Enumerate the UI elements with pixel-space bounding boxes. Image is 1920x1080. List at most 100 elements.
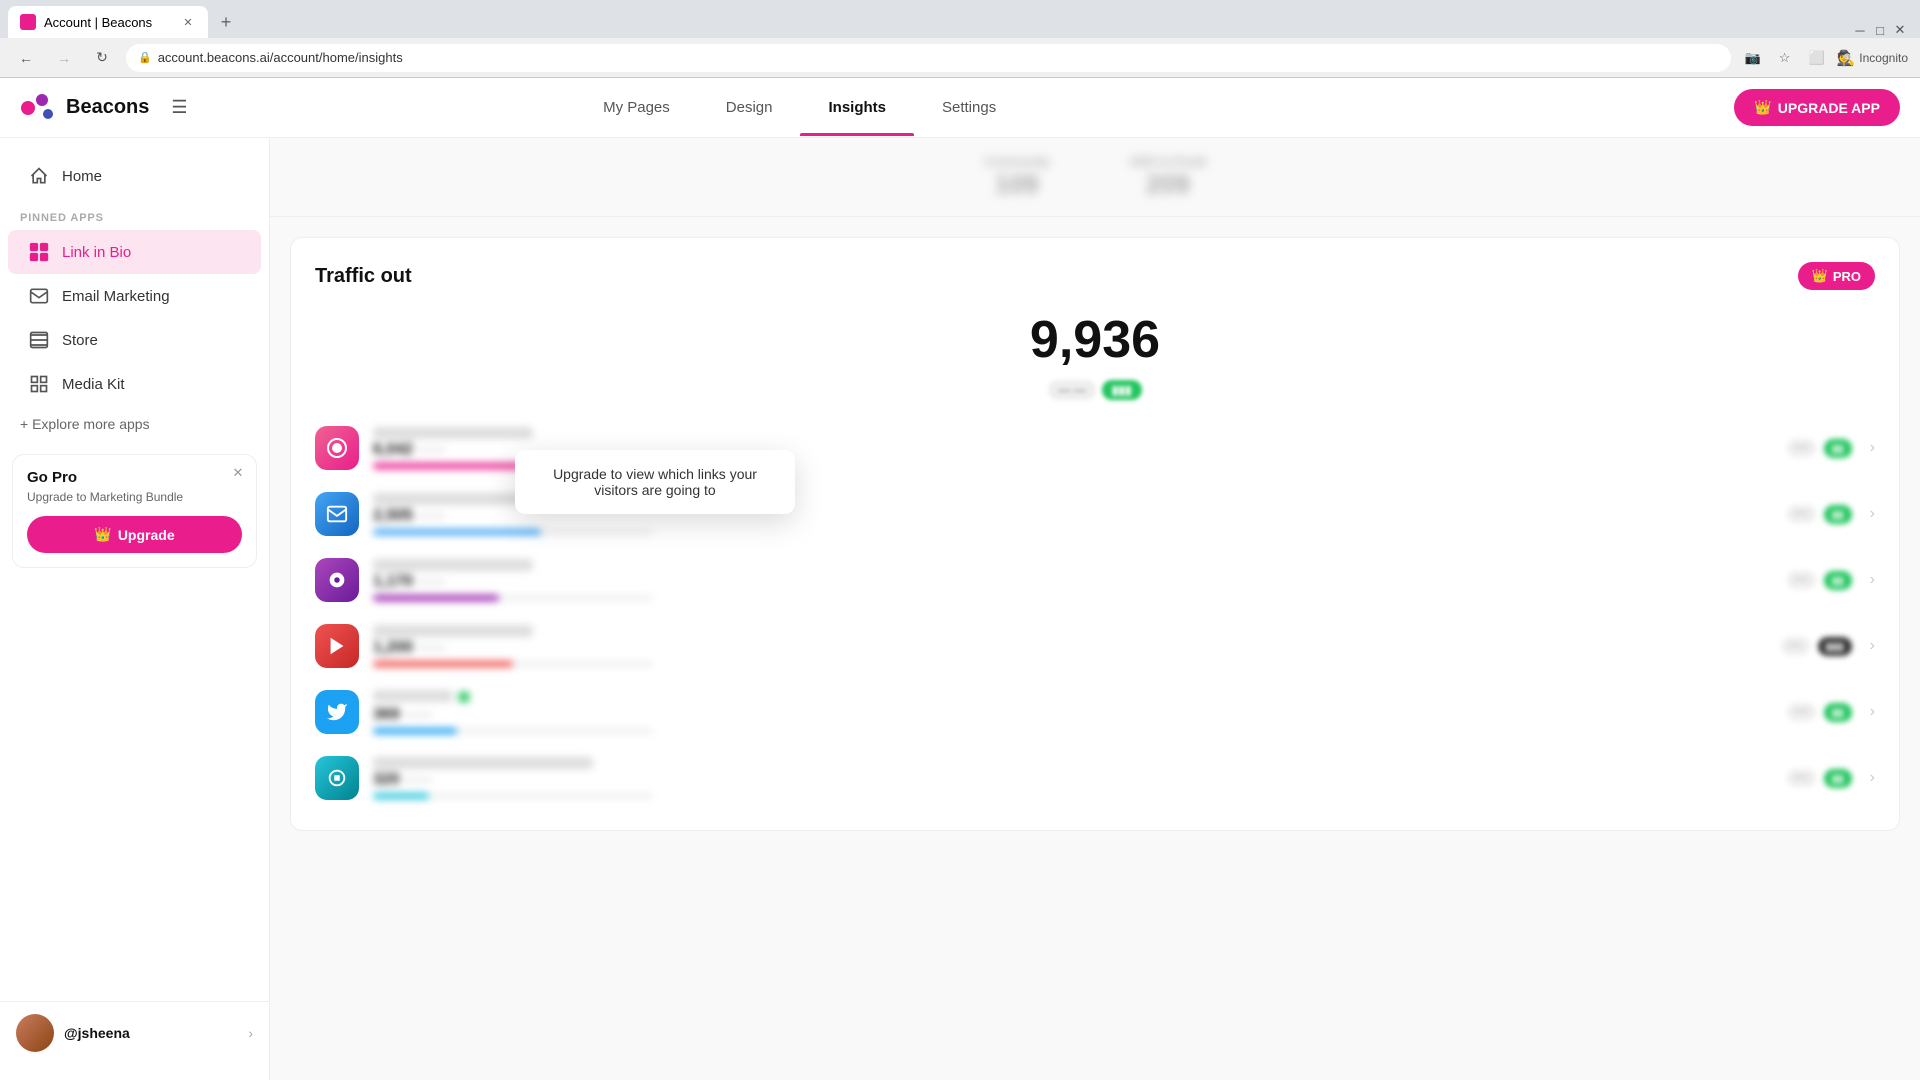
sms-email-value: 209 [1130,169,1207,200]
item-bar-container-5 [373,728,653,734]
item-right-3: ~~ ▮▮ [1787,571,1852,590]
item-icon-5 [315,690,359,734]
go-pro-title: Go Pro [27,469,242,486]
hamburger-menu[interactable]: ☰ [171,97,187,118]
sidebar-item-home[interactable]: Home [8,154,261,198]
item-chevron-6[interactable]: › [1870,769,1875,787]
new-tab-btn[interactable]: + [212,8,240,36]
traffic-item-5[interactable]: 369 ~~~~ ~~ ▮▮ › [315,684,1875,740]
traffic-out-title: Traffic out [315,265,412,288]
item-right-1: ~~ ▮▮ [1787,439,1852,458]
item-name-6 [373,757,593,769]
go-pro-card: ✕ Go Pro Upgrade to Marketing Bundle 👑 U… [12,454,257,568]
item-bar-container-6 [373,793,653,799]
pro-badge: 👑 PRO [1798,262,1875,290]
item-badge-gray-5: ~~ [1787,703,1816,721]
content-area: Community 109 SMS & Email 209 Traffic ou… [270,138,1920,1080]
blurred-stats-section: Community 109 SMS & Email 209 [270,138,1920,217]
item-chevron-5[interactable]: › [1870,703,1875,721]
item-name-4 [373,625,533,637]
item-badge-gray-6: ~~ [1787,769,1816,787]
pinned-apps-label: PINNED APPS [0,198,269,230]
go-pro-close-btn[interactable]: ✕ [228,463,248,483]
active-tab[interactable]: Account | Beacons ✕ [8,6,208,38]
item-badge-gray-1: ~~ [1787,439,1816,457]
media-kit-label: Media Kit [62,376,125,393]
blurred-stat-sms-email: SMS & Email 209 [1130,154,1207,200]
item-content-3: 1,170 ~~~~ [373,559,1773,601]
item-chevron-4[interactable]: › [1870,637,1875,655]
sidebar-item-link-in-bio[interactable]: Link in Bio [8,230,261,274]
tab-title: Account | Beacons [44,15,152,30]
address-bar-actions: 📷 ☆ ⬜ 🕵 Incognito [1741,46,1908,70]
nav-my-pages[interactable]: My Pages [575,79,698,136]
item-number-3: 1,170 ~~~~ [373,573,1773,591]
item-badge-dark-4: ▮▮▮ [1818,637,1852,656]
sidebar-item-store[interactable]: Store [8,318,261,362]
username: @jsheena [64,1025,130,1041]
item-badge-green-6: ▮▮ [1824,769,1852,788]
email-marketing-label: Email Marketing [62,288,170,305]
tab-close-btn[interactable]: ✕ [180,14,196,30]
app-container: Beacons ☰ My Pages Design Insights Setti… [0,78,1920,1080]
item-badge-gray-3: ~~ [1787,571,1816,589]
back-btn[interactable]: ← [12,44,40,72]
item-chevron-1[interactable]: › [1870,439,1875,457]
explore-more-link[interactable]: + Explore more apps [0,406,269,442]
item-bar-container-3 [373,595,653,601]
close-window-btn[interactable]: ✕ [1892,22,1908,38]
store-icon [28,329,50,351]
item-bar-container-2 [373,529,653,535]
home-icon [28,165,50,187]
item-icon-1 [315,426,359,470]
bookmark-icon[interactable]: ☆ [1773,46,1797,70]
sidebar-home-label: Home [62,168,102,185]
url-bar[interactable]: 🔒 account.beacons.ai/account/home/insigh… [126,44,1731,72]
traffic-total-number: 9,936 [315,310,1875,370]
traffic-item-1[interactable]: 6,042 ~~~~ Upgrade to view which links y… [315,420,1875,476]
item-chevron-2[interactable]: › [1870,505,1875,523]
item-bar-4 [373,661,513,667]
traffic-item-3[interactable]: 1,170 ~~~~ ~~ ▮▮ › [315,552,1875,608]
camera-off-icon[interactable]: 📷 [1741,46,1765,70]
sidebar-item-email-marketing[interactable]: Email Marketing [8,274,261,318]
traffic-item-4[interactable]: 1,200 ~~~~ ~~ ▮▮▮ › [315,618,1875,674]
sidebar-upgrade-btn[interactable]: 👑 Upgrade [27,516,242,553]
refresh-btn[interactable]: ↻ [88,44,116,72]
link-in-bio-icon [28,241,50,263]
nav-insights[interactable]: Insights [800,79,914,136]
user-profile[interactable]: @jsheena › [0,1001,269,1064]
profile-chevron-icon: › [248,1025,253,1041]
traffic-item-6[interactable]: 320 ~~~~ ~~ ▮▮ › [315,750,1875,806]
nav-design[interactable]: Design [698,79,801,136]
item-number-5: 369 ~~~~ [373,706,1773,724]
tab-favicon [20,14,36,30]
item-name-1 [373,427,533,439]
minimize-btn[interactable]: ─ [1852,22,1868,38]
forward-btn[interactable]: → [50,44,78,72]
item-bar-container-4 [373,661,653,667]
browser-layout-icon[interactable]: ⬜ [1805,46,1829,70]
item-icon-4 [315,624,359,668]
item-bar-3 [373,595,499,601]
item-badge-green-1: ▮▮ [1824,439,1852,458]
item-bar-2 [373,529,541,535]
nav-settings[interactable]: Settings [914,79,1024,136]
item-badge-green-5: ▮▮ [1824,703,1852,722]
item-name-5 [373,690,453,702]
address-bar: ← → ↻ 🔒 account.beacons.ai/account/home/… [0,38,1920,78]
traffic-total-badges: — — ▮▮▮ [315,380,1875,400]
maximize-btn[interactable]: □ [1872,22,1888,38]
top-nav-links: My Pages Design Insights Settings [575,79,1024,136]
sms-email-label: SMS & Email [1130,154,1207,169]
item-chevron-3[interactable]: › [1870,571,1875,589]
link-in-bio-label: Link in Bio [62,244,131,261]
traffic-items-list: 6,042 ~~~~ Upgrade to view which links y… [315,420,1875,806]
green-dot-5 [459,692,469,702]
beacons-logo-icon [20,90,56,126]
item-content-6: 320 ~~~~ [373,757,1773,799]
tab-bar: Account | Beacons ✕ + ─ □ ✕ [0,0,1920,38]
sidebar-item-media-kit[interactable]: Media Kit [8,362,261,406]
item-right-6: ~~ ▮▮ [1787,769,1852,788]
upgrade-app-btn[interactable]: 👑 UPGRADE APP [1734,89,1900,126]
